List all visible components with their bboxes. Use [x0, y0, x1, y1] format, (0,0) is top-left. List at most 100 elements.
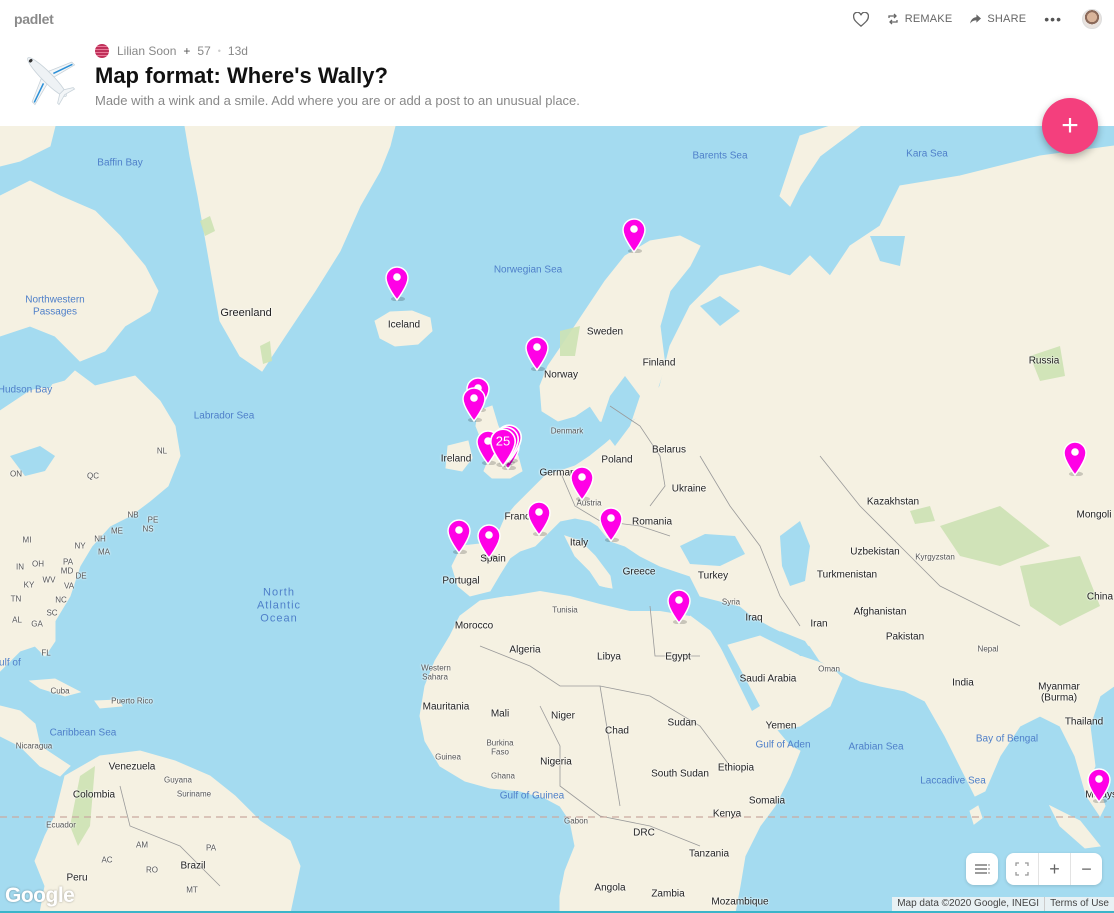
- pin-portugal[interactable]: [446, 518, 472, 555]
- like-button[interactable]: [852, 11, 869, 27]
- zoom-in-button[interactable]: +: [1038, 853, 1070, 885]
- legend-button[interactable]: [966, 853, 998, 885]
- map-label: Algeria: [509, 644, 541, 656]
- map-label: SC: [46, 608, 58, 618]
- pin-iceland[interactable]: [384, 265, 410, 302]
- user-avatar[interactable]: [1082, 9, 1102, 29]
- share-label: SHARE: [987, 13, 1027, 25]
- map-label: Russia: [1028, 355, 1060, 367]
- land-africa: [419, 590, 801, 913]
- map-label: Baffin Bay: [97, 157, 143, 169]
- zoom-out-button[interactable]: −: [1070, 853, 1102, 885]
- map-label: Mali: [490, 708, 510, 720]
- map-label: Mauritania: [422, 701, 470, 713]
- padlet-header: Lilian Soon + 57 • 13d Map format: Where…: [0, 38, 1114, 126]
- post-meta: Lilian Soon + 57 • 13d: [95, 44, 248, 58]
- map-label: Thailand: [1064, 716, 1104, 728]
- map-label: Gulf of Guinea: [499, 790, 565, 802]
- map-label: WV: [42, 575, 56, 585]
- map-label: Sweden: [586, 326, 624, 338]
- map-label: Ukraine: [671, 483, 707, 495]
- map-label: NL: [156, 446, 168, 456]
- map-label: KY: [23, 580, 35, 590]
- map-label: MI: [22, 535, 32, 545]
- pin-spain[interactable]: [476, 523, 502, 560]
- map-label: Caribbean Sea: [49, 727, 117, 739]
- map-label: ME: [111, 526, 123, 536]
- map-label: Brazil: [180, 860, 206, 872]
- terms-of-use-link[interactable]: Terms of Use: [1044, 897, 1114, 911]
- pin-mongolia[interactable]: [1062, 440, 1088, 477]
- map-pin-icon: [385, 266, 409, 302]
- pin-norway[interactable]: [524, 335, 550, 372]
- cluster-pin[interactable]: [488, 427, 518, 468]
- plus-sign: +: [183, 44, 191, 58]
- map-label: Tunisia: [552, 605, 578, 615]
- pin-croatia[interactable]: [598, 506, 624, 543]
- map-label: MD: [60, 566, 74, 576]
- pin-scotland-2[interactable]: [461, 386, 487, 423]
- map-label: Yemen: [765, 720, 797, 732]
- remake-button[interactable]: REMAKE: [887, 13, 953, 25]
- map-label: India: [952, 677, 974, 689]
- map-label: DE: [75, 571, 87, 581]
- more-options-button[interactable]: •••: [1044, 11, 1062, 27]
- map-label: NS: [142, 524, 154, 534]
- map-label: Morocco: [454, 620, 494, 632]
- author-name[interactable]: Lilian Soon: [117, 44, 176, 58]
- list-icon: [975, 864, 990, 874]
- map-pin-icon: [599, 507, 623, 543]
- airplane-icon: [27, 57, 76, 106]
- map-label: Arabian Sea: [848, 741, 904, 753]
- map-label: Belarus: [652, 444, 686, 456]
- map-pin-icon: [462, 387, 486, 423]
- map-pin-icon: [447, 519, 471, 555]
- map-label: Cuba: [50, 686, 70, 696]
- land-sri-lanka: [969, 805, 983, 825]
- map-label: IN: [16, 562, 24, 572]
- pin-egypt[interactable]: [666, 588, 692, 625]
- share-button[interactable]: SHARE: [970, 13, 1026, 25]
- map-label: Mozambique: [711, 896, 769, 908]
- map-label: Gulf of Aden: [755, 739, 811, 751]
- pin-malaysia[interactable]: [1086, 767, 1112, 804]
- map-label: Denmark: [550, 426, 584, 436]
- map-label: Iceland: [387, 319, 421, 331]
- separator-dot: •: [217, 46, 221, 56]
- map-legend-control: [966, 853, 998, 885]
- map-label: Greece: [622, 566, 656, 578]
- map-canvas[interactable]: Baffin Bay Northwestern Passages Hudson Bay…: [0, 126, 1114, 913]
- map-label: Somalia: [748, 795, 786, 807]
- map-label: Western: [421, 663, 451, 673]
- map-label: Chad: [605, 725, 629, 737]
- map-label: NH: [94, 534, 106, 544]
- fullscreen-button[interactable]: [1006, 853, 1038, 885]
- pin-northern-norway[interactable]: [621, 217, 647, 254]
- map-label: Norwegian Sea: [493, 264, 563, 276]
- add-post-button[interactable]: +: [1042, 98, 1098, 154]
- pin-austria[interactable]: [569, 465, 595, 502]
- post-count: 57: [197, 44, 211, 58]
- map-label: AL: [12, 615, 22, 625]
- map-label: Syria: [721, 597, 741, 607]
- padlet-logo[interactable]: padlet: [14, 11, 54, 27]
- map-label: Guyana: [163, 775, 193, 785]
- map-label: Kenya: [712, 808, 742, 820]
- map-label: Hudson Bay: [0, 384, 53, 396]
- map-label: Oman: [818, 664, 840, 674]
- map-pin-icon: [1063, 441, 1087, 477]
- map-label: Northwestern: [25, 294, 85, 306]
- page-title: Map format: Where's Wally?: [95, 63, 388, 88]
- map-label: Sudan: [667, 717, 697, 729]
- map-pin-icon: [622, 218, 646, 254]
- land-canada-islands: [0, 180, 159, 362]
- map-label: TN: [10, 594, 22, 604]
- map-label: Guinea: [435, 752, 461, 762]
- map-label: (Burma): [1040, 692, 1078, 704]
- map-label: Ethiopia: [717, 762, 755, 774]
- map-label: Afghanistan: [853, 606, 907, 618]
- map-label: Peru: [66, 872, 88, 884]
- pin-france[interactable]: [526, 500, 552, 537]
- map-label: PA: [205, 843, 217, 853]
- land-novaya-zemlya: [779, 126, 861, 207]
